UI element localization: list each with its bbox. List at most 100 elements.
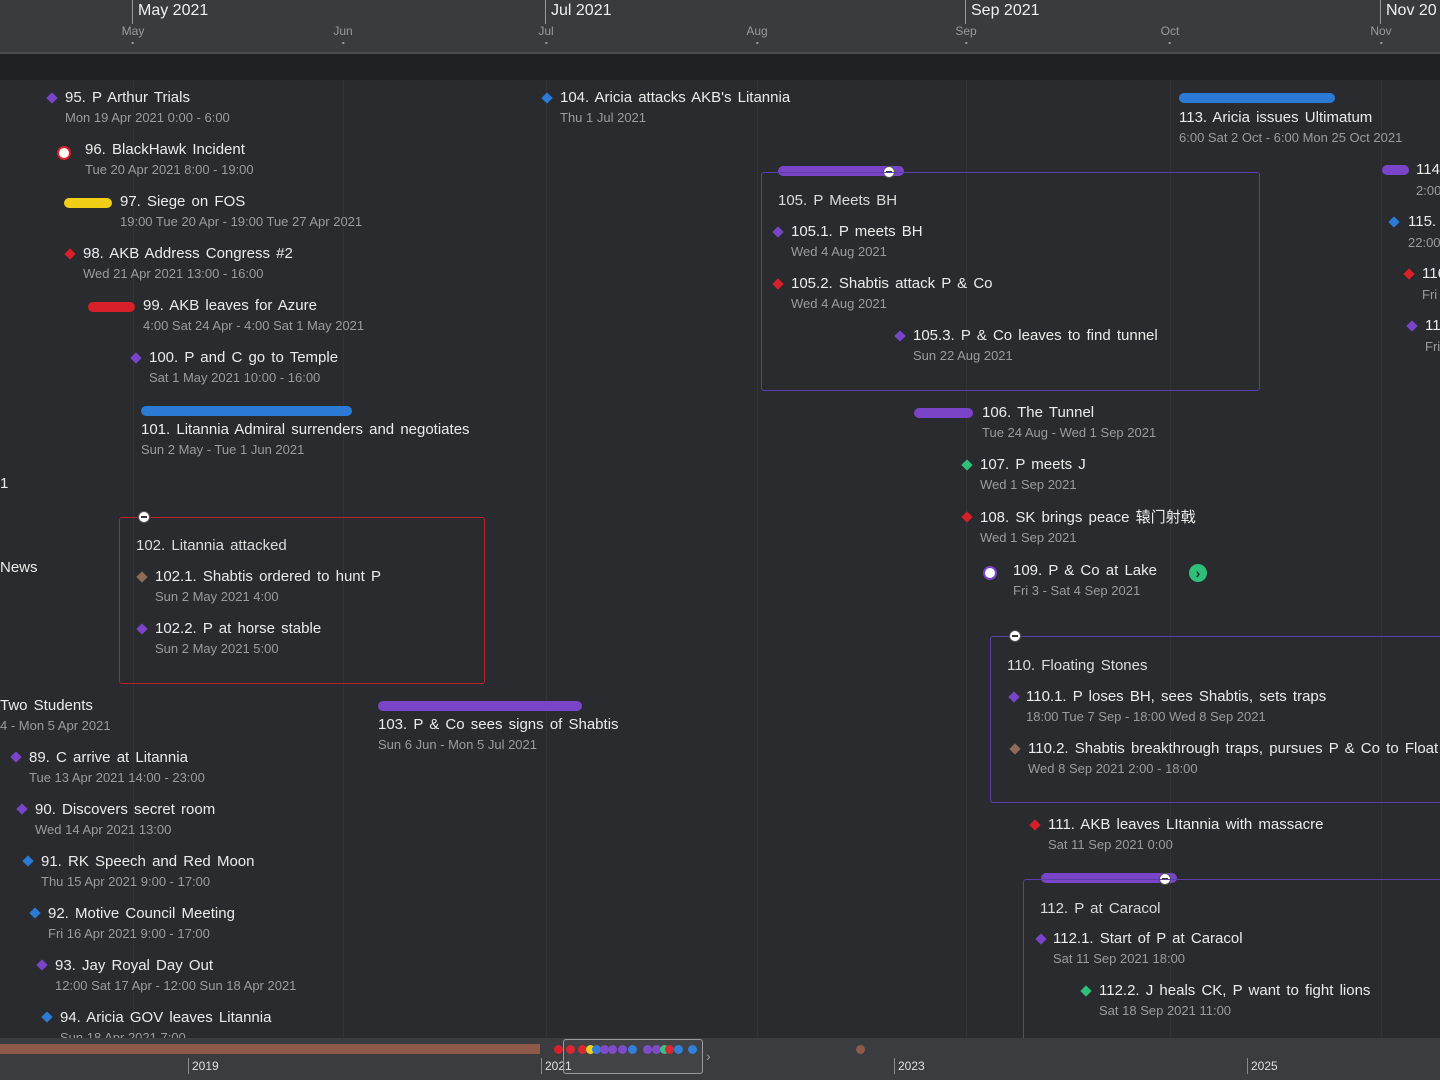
- event-marker-circle-plus[interactable]: [57, 146, 71, 160]
- event-89[interactable]: 89. C arrive at Litannia Tue 13 Apr 2021…: [29, 749, 205, 787]
- event-date: Sun 2 May 2021 5:00: [155, 641, 279, 656]
- event-title: 101. Litannia Admiral surrenders and neg…: [141, 421, 470, 438]
- event-marker-diamond[interactable]: [961, 459, 973, 471]
- event-104[interactable]: 104. Aricia attacks AKB's Litannia Thu 1…: [560, 89, 790, 127]
- group-title: 110. Floating Stones: [1007, 657, 1148, 674]
- event-90[interactable]: 90. Discovers secret room Wed 14 Apr 202…: [35, 801, 215, 839]
- collapse-group-icon[interactable]: [1009, 630, 1021, 642]
- event-title: 90. Discovers secret room: [35, 801, 216, 818]
- event-marker-diamond[interactable]: [1029, 819, 1041, 831]
- event-96[interactable]: 96. BlackHawk Incident Tue 20 Apr 2021 8…: [85, 141, 254, 179]
- event-marker-diamond[interactable]: [541, 92, 553, 104]
- event-title: 103. P & Co sees signs of Shabtis: [378, 716, 619, 733]
- event-date: 6:00 Sat 2 Oct - 6:00 Mon 25 Oct 2021: [1179, 130, 1403, 145]
- event-108[interactable]: 108. SK brings peace 辕门射戟 Wed 1 Sep 2021: [980, 509, 1196, 547]
- event-marker-diamond[interactable]: [1388, 216, 1400, 228]
- event-95[interactable]: 95. P Arthur Trials Mon 19 Apr 2021 0:00…: [65, 89, 230, 127]
- ruler-month-major: Jul 2021: [545, 0, 612, 24]
- timeline-overview-scrollbar[interactable]: 2019 2021 2023 2025 ›: [0, 1038, 1440, 1080]
- event-title: 104. Aricia attacks AKB's Litannia: [560, 89, 791, 106]
- event-date: Mon 19 Apr 2021 0:00 - 6:00: [65, 110, 230, 125]
- event-date: Sat 11 Sep 2021 0:00: [1048, 837, 1173, 852]
- event-98[interactable]: 98. AKB Address Congress #2 Wed 21 Apr 2…: [83, 245, 293, 283]
- event-105-1[interactable]: 105.1. P meets BH Wed 4 Aug 2021: [791, 223, 923, 261]
- event-100[interactable]: 100. P and C go to Temple Sat 1 May 2021…: [149, 349, 338, 387]
- event-title: 111. AKB leaves LItannia with massacre: [1048, 816, 1324, 833]
- event-date: Wed 1 Sep 2021: [980, 530, 1077, 545]
- event-marker-diamond[interactable]: [29, 907, 41, 919]
- collapse-group-icon[interactable]: [138, 511, 150, 523]
- event-112-2[interactable]: 112.2. J heals CK, P want to fight lions…: [1099, 982, 1370, 1020]
- event-106[interactable]: 106. The Tunnel Tue 24 Aug - Wed 1 Sep 2…: [982, 404, 1156, 442]
- event-105-2[interactable]: 105.2. Shabtis attack P & Co Wed 4 Aug 2…: [791, 275, 993, 313]
- event-99[interactable]: 99. AKB leaves for Azure 4:00 Sat 24 Apr…: [143, 297, 364, 335]
- event-title: 110.1. P loses BH, sees Shabtis, sets tr…: [1026, 688, 1327, 705]
- overview-visible-window[interactable]: [563, 1039, 703, 1074]
- event-title: 91. RK Speech and Red Moon: [41, 853, 255, 870]
- event-duration-bar[interactable]: [914, 408, 973, 418]
- event-105-3[interactable]: 105.3. P & Co leaves to find tunnel Sun …: [913, 327, 1158, 365]
- event-marker-diamond[interactable]: [22, 855, 34, 867]
- event-date: Fri 16 Apr 2021 9:00 - 17:00: [48, 926, 210, 941]
- ruler-month-minor: Oct: [1161, 24, 1180, 44]
- event-duration-bar[interactable]: [1382, 165, 1409, 175]
- event-duration-bar[interactable]: [1179, 93, 1335, 103]
- event-111[interactable]: 111. AKB leaves LItannia with massacre S…: [1048, 816, 1323, 854]
- event-title: 100. P and C go to Temple: [149, 349, 339, 366]
- event-102-1[interactable]: 102.1. Shabtis ordered to hunt P Sun 2 M…: [155, 568, 381, 606]
- event-101[interactable]: 101. Litannia Admiral surrenders and neg…: [141, 421, 470, 459]
- event-88[interactable]: Two Students 4 - Mon 5 Apr 2021: [0, 697, 111, 735]
- event-marker-diamond[interactable]: [10, 751, 22, 763]
- event-marker-diamond[interactable]: [64, 248, 76, 260]
- event-title: 92. Motive Council Meeting: [48, 905, 235, 922]
- event-duration-bar[interactable]: [141, 406, 352, 416]
- event-date: Sun 2 May - Tue 1 Jun 2021: [141, 442, 305, 457]
- event-date: 19:00 Tue 20 Apr - 19:00 Tue 27 Apr 2021: [120, 214, 363, 229]
- event-duration-bar[interactable]: [88, 302, 135, 312]
- event-110-2[interactable]: 110.2. Shabtis breakthrough traps, pursu…: [1028, 740, 1438, 778]
- overview-scroll-right-icon[interactable]: ›: [706, 1048, 711, 1064]
- event-date: Wed 1 Sep 2021: [980, 477, 1077, 492]
- event-92[interactable]: 92. Motive Council Meeting Fri 16 Apr 20…: [48, 905, 235, 943]
- event-marker-diamond[interactable]: [46, 92, 58, 104]
- event-109[interactable]: 109. P & Co at Lake Fri 3 - Sat 4 Sep 20…: [1013, 562, 1157, 600]
- event-title: 105.3. P & Co leaves to find tunnel: [913, 327, 1158, 344]
- event-marker-diamond[interactable]: [16, 803, 28, 815]
- navigate-forward-icon[interactable]: ›: [1189, 564, 1207, 582]
- overview-event-dot: [554, 1045, 563, 1054]
- event-103[interactable]: 103. P & Co sees signs of Shabtis Sun 6 …: [378, 716, 619, 754]
- event-marker-diamond[interactable]: [1406, 320, 1418, 332]
- event-date: Fri 3 - Sat 4 Sep 2021: [1013, 583, 1141, 598]
- event-110-1[interactable]: 110.1. P loses BH, sees Shabtis, sets tr…: [1026, 688, 1326, 726]
- offscreen-event-label: 115.: [1408, 213, 1437, 230]
- event-date: Sat 18 Sep 2021 11:00: [1099, 1003, 1232, 1018]
- event-107[interactable]: 107. P meets J Wed 1 Sep 2021: [980, 456, 1086, 494]
- event-title: 94. Aricia GOV leaves Litannia: [60, 1009, 272, 1026]
- event-marker-diamond[interactable]: [961, 511, 973, 523]
- event-marker-circle-plus[interactable]: [983, 566, 997, 580]
- event-date: Wed 8 Sep 2021 2:00 - 18:00: [1028, 761, 1198, 776]
- event-91[interactable]: 91. RK Speech and Red Moon Thu 15 Apr 20…: [41, 853, 254, 891]
- timeline-ruler[interactable]: May 2021 Jul 2021 Sep 2021 Nov 20 May Ju…: [0, 0, 1440, 54]
- event-date: Wed 21 Apr 2021 13:00 - 16:00: [83, 266, 264, 281]
- event-duration-bar[interactable]: [64, 198, 112, 208]
- event-102-2[interactable]: 102.2. P at horse stable Sun 2 May 2021 …: [155, 620, 321, 658]
- event-93[interactable]: 93. Jay Royal Day Out 12:00 Sat 17 Apr -…: [55, 957, 296, 995]
- event-94[interactable]: 94. Aricia GOV leaves Litannia Sun 18 Ap…: [60, 1009, 271, 1038]
- offscreen-event-date: 22:00: [1408, 235, 1440, 250]
- event-title: 102.2. P at horse stable: [155, 620, 322, 637]
- event-marker-diamond[interactable]: [41, 1011, 53, 1023]
- event-date: 12:00 Sat 17 Apr - 12:00 Sun 18 Apr 2021: [55, 978, 297, 993]
- event-97[interactable]: 97. Siege on FOS 19:00 Tue 20 Apr - 19:0…: [120, 193, 362, 231]
- group-title: 102. Litannia attacked: [136, 537, 287, 554]
- event-date: Tue 20 Apr 2021 8:00 - 19:00: [85, 162, 254, 177]
- event-duration-bar[interactable]: [378, 701, 582, 711]
- event-marker-diamond[interactable]: [1403, 268, 1415, 280]
- event-marker-diamond[interactable]: [36, 959, 48, 971]
- event-112-1[interactable]: 112.1. Start of P at Caracol Sat 11 Sep …: [1053, 930, 1243, 968]
- offscreen-event-date: Fri: [1422, 287, 1438, 302]
- event-title: 106. The Tunnel: [982, 404, 1095, 421]
- timeline-canvas[interactable]: 95. P Arthur Trials Mon 19 Apr 2021 0:00…: [0, 80, 1440, 1038]
- ruler-month-major: May 2021: [132, 0, 208, 24]
- event-113[interactable]: 113. Aricia issues Ultimatum 6:00 Sat 2 …: [1179, 109, 1402, 147]
